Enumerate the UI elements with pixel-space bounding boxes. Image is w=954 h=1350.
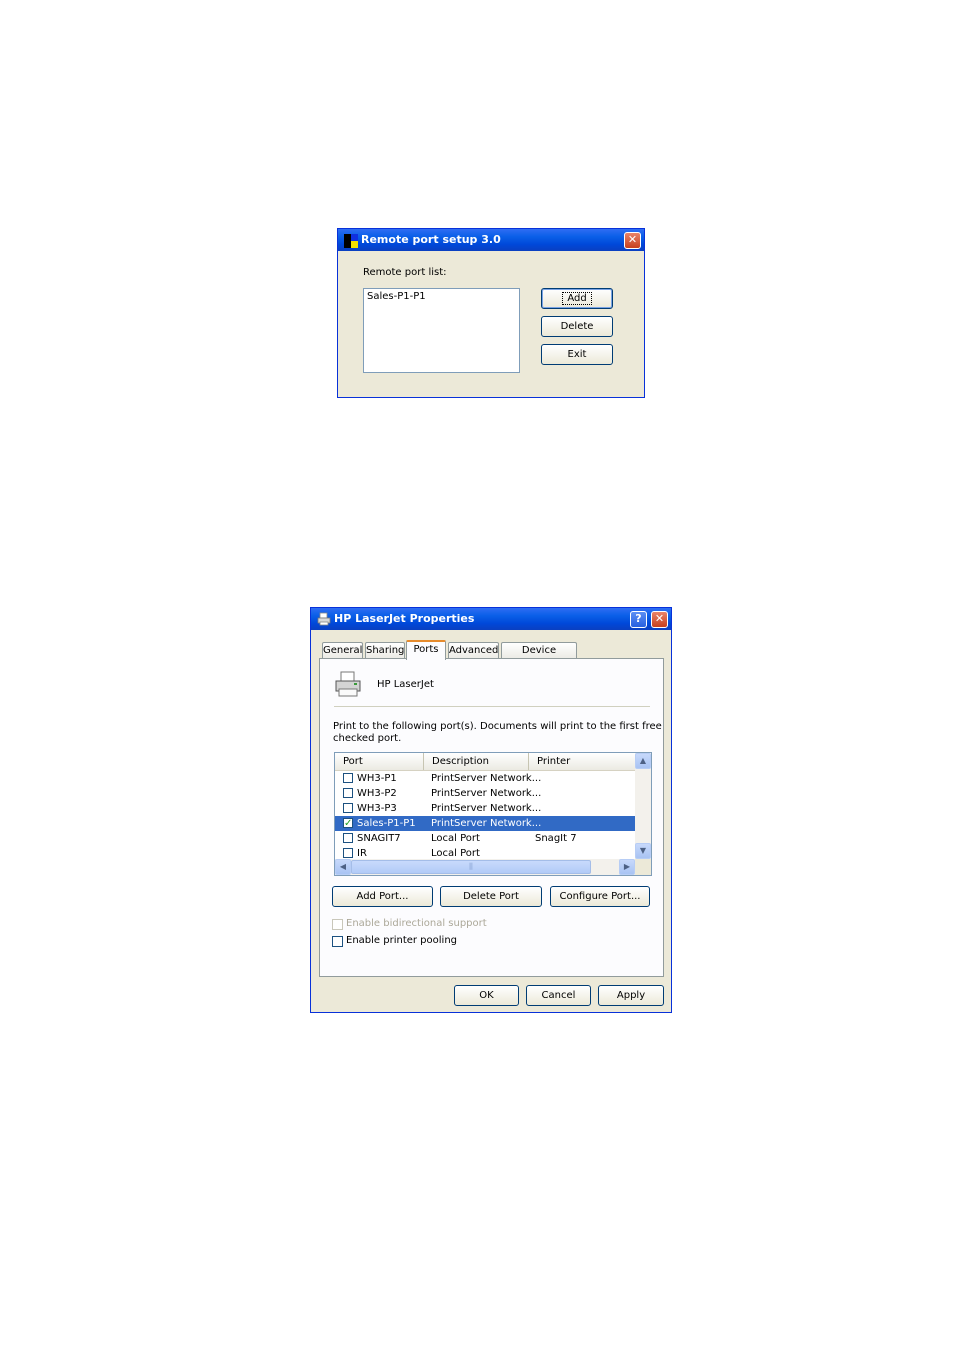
tab-sharing[interactable]: Sharing bbox=[365, 642, 405, 658]
apply-button[interactable]: Apply bbox=[598, 985, 664, 1006]
port-name: WH3-P2 bbox=[357, 788, 397, 799]
add-button-label: Add bbox=[562, 292, 592, 305]
app-icon bbox=[344, 234, 358, 248]
delete-port-button-label: Delete Port bbox=[463, 891, 519, 902]
column-header-port[interactable]: Port bbox=[335, 753, 424, 770]
port-name: WH3-P3 bbox=[357, 803, 397, 814]
close-icon: ✕ bbox=[627, 233, 638, 246]
scroll-left-icon[interactable]: ◀ bbox=[335, 859, 351, 875]
ok-button[interactable]: OK bbox=[454, 985, 519, 1006]
tab-ports[interactable]: Ports bbox=[406, 640, 446, 660]
bidirectional-label: Enable bidirectional support bbox=[346, 918, 487, 929]
port-description: PrintServer Network... bbox=[431, 818, 542, 829]
scroll-right-icon[interactable]: ▶ bbox=[619, 859, 635, 875]
table-row[interactable]: WH3-P1 PrintServer Network... bbox=[335, 771, 635, 786]
scroll-up-icon[interactable]: ▲ bbox=[635, 753, 651, 769]
delete-port-button[interactable]: Delete Port bbox=[440, 886, 542, 907]
port-checkbox-checked[interactable] bbox=[343, 816, 353, 831]
table-row-selected[interactable]: Sales-P1-P1 PrintServer Network... bbox=[335, 816, 635, 831]
title-bar[interactable]: HP LaserJet Properties ? ✕ bbox=[311, 608, 671, 630]
port-description: PrintServer Network... bbox=[431, 788, 542, 799]
printer-name: HP LaserJet bbox=[377, 679, 434, 690]
configure-port-button[interactable]: Configure Port... bbox=[550, 886, 650, 907]
close-button[interactable]: ✕ bbox=[624, 232, 641, 249]
port-printer: SnagIt 7 bbox=[535, 833, 577, 844]
cancel-button-label: Cancel bbox=[541, 990, 576, 1001]
tab-general[interactable]: General bbox=[322, 642, 363, 658]
printer-properties-dialog: HP LaserJet Properties ? ✕ General Shari… bbox=[310, 607, 672, 1013]
delete-button[interactable]: Delete bbox=[541, 316, 613, 337]
table-row[interactable]: SNAGIT7 Local Port SnagIt 7 bbox=[335, 831, 635, 846]
ports-list[interactable]: Port Description Printer WH3-P1 PrintSer… bbox=[334, 752, 652, 876]
cancel-button[interactable]: Cancel bbox=[526, 985, 591, 1006]
pooling-label: Enable printer pooling bbox=[346, 935, 458, 946]
scroll-thumb[interactable]: ⫼ bbox=[351, 860, 591, 874]
port-checkbox[interactable] bbox=[343, 848, 353, 858]
instructions-line2: checked port. bbox=[333, 733, 402, 744]
bidirectional-checkbox[interactable] bbox=[332, 919, 343, 930]
port-description: PrintServer Network... bbox=[431, 803, 542, 814]
add-port-button-label: Add Port... bbox=[356, 891, 409, 902]
tab-device-settings[interactable]: Device Settings bbox=[501, 642, 577, 671]
vertical-scrollbar[interactable]: ▲ ▼ bbox=[635, 753, 651, 859]
window-title: HP LaserJet Properties bbox=[334, 612, 475, 625]
port-description: Local Port bbox=[431, 833, 480, 844]
add-port-button[interactable]: Add Port... bbox=[332, 886, 433, 907]
port-name: WH3-P1 bbox=[357, 773, 397, 784]
separator bbox=[334, 706, 650, 707]
close-icon: ✕ bbox=[654, 612, 665, 625]
port-checkbox[interactable] bbox=[343, 773, 353, 783]
port-name: Sales-P1-P1 bbox=[357, 818, 416, 829]
configure-port-button-label: Configure Port... bbox=[559, 891, 641, 902]
port-checkbox[interactable] bbox=[343, 788, 353, 798]
column-header-description[interactable]: Description bbox=[424, 753, 529, 770]
scrollbar-corner bbox=[635, 859, 651, 875]
port-description: PrintServer Network... bbox=[431, 773, 542, 784]
list-item[interactable]: Sales-P1-P1 bbox=[367, 291, 426, 302]
help-button[interactable]: ? bbox=[630, 611, 647, 628]
add-button[interactable]: Add bbox=[541, 288, 613, 309]
close-button[interactable]: ✕ bbox=[651, 611, 668, 628]
remote-port-setup-dialog: Remote port setup 3.0 ✕ Remote port list… bbox=[337, 228, 645, 398]
title-bar[interactable]: Remote port setup 3.0 ✕ bbox=[338, 229, 644, 251]
help-icon: ? bbox=[635, 612, 642, 625]
remote-port-list-label: Remote port list: bbox=[363, 267, 447, 278]
delete-button-label: Delete bbox=[560, 321, 594, 332]
window-title: Remote port setup 3.0 bbox=[361, 233, 501, 246]
column-header-printer[interactable]: Printer bbox=[529, 753, 637, 770]
apply-button-label: Apply bbox=[616, 990, 646, 1001]
ok-button-label: OK bbox=[479, 990, 494, 1001]
exit-button[interactable]: Exit bbox=[541, 344, 613, 365]
printer-icon bbox=[317, 612, 331, 626]
printer-icon bbox=[335, 671, 361, 697]
scroll-down-icon[interactable]: ▼ bbox=[635, 843, 651, 859]
ports-tab-panel: HP LaserJet Print to the following port(… bbox=[319, 658, 664, 977]
remote-port-list[interactable]: Sales-P1-P1 bbox=[363, 288, 520, 373]
pooling-checkbox[interactable] bbox=[332, 936, 343, 947]
port-name: SNAGIT7 bbox=[357, 833, 401, 844]
table-row[interactable]: WH3-P3 PrintServer Network... bbox=[335, 801, 635, 816]
port-checkbox[interactable] bbox=[343, 833, 353, 843]
horizontal-scrollbar[interactable]: ◀ ⫼ ▶ bbox=[335, 859, 635, 875]
port-checkbox[interactable] bbox=[343, 803, 353, 813]
tab-advanced[interactable]: Advanced bbox=[448, 642, 499, 658]
instructions-line1: Print to the following port(s). Document… bbox=[333, 721, 662, 732]
exit-button-label: Exit bbox=[567, 349, 587, 360]
table-row[interactable]: WH3-P2 PrintServer Network... bbox=[335, 786, 635, 801]
ports-list-header: Port Description Printer bbox=[335, 753, 635, 771]
